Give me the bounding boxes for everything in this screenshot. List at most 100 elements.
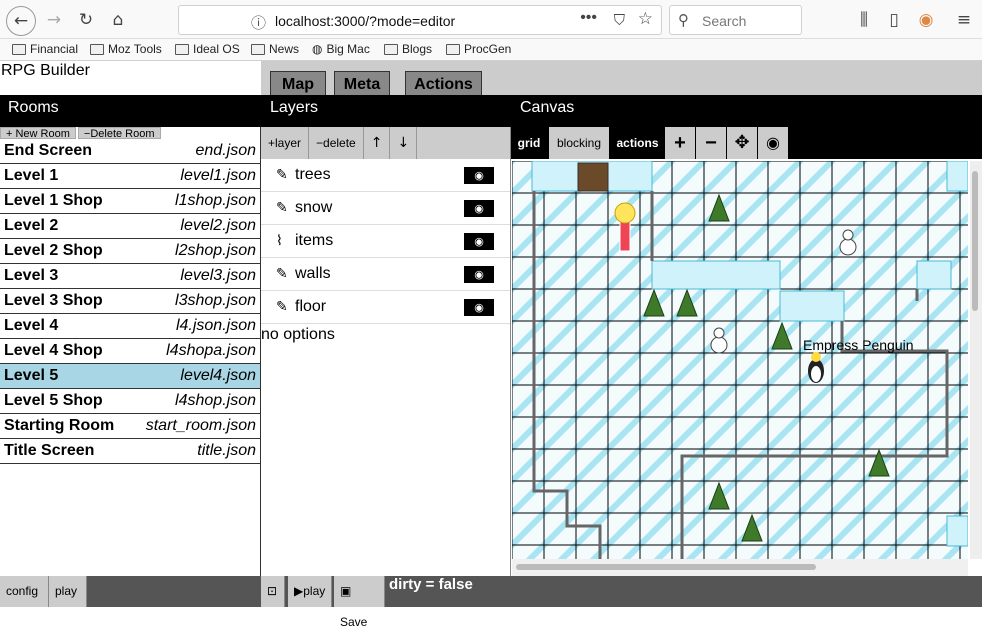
new-room-button[interactable]: + New Room — [0, 127, 76, 140]
delete-room-button[interactable]: −Delete Room — [77, 127, 161, 140]
more-icon[interactable]: ••• — [580, 9, 597, 27]
forward-icon[interactable]: → — [40, 6, 68, 34]
collapse-icon[interactable]: ⊡ — [261, 576, 285, 607]
room-item[interactable]: Level 5 level4.json — [0, 364, 260, 389]
bookmark-moz-tools[interactable]: Moz Tools — [90, 42, 162, 56]
back-icon[interactable]: ← — [6, 6, 36, 36]
bookmarks-bar: Financial Moz Tools Ideal OS News ◍ Big M… — [0, 39, 982, 61]
scroll-thumb[interactable] — [972, 171, 978, 311]
pocket-icon[interactable]: ⛉ — [614, 11, 625, 29]
scroll-thumb[interactable] — [516, 564, 816, 570]
pencil-icon: ✎ — [276, 167, 288, 183]
eye-icon[interactable]: ◉ — [464, 266, 494, 283]
layer-item[interactable]: ⌇ items ◉ — [261, 225, 510, 258]
layer-item[interactable]: ✎ snow ◉ — [261, 192, 510, 225]
rooms-header: Rooms — [8, 99, 59, 116]
room-item[interactable]: Level 1 Shop l1shop.json — [0, 189, 260, 214]
bookmark-procgen[interactable]: ProcGen — [446, 42, 511, 56]
star-icon[interactable]: ☆ — [638, 9, 653, 29]
extension-icon[interactable]: ◉ — [912, 6, 940, 34]
grid-toggle[interactable]: grid — [511, 127, 547, 159]
room-item[interactable]: Level 1 level1.json — [0, 164, 260, 189]
bookmark-label: ProcGen — [464, 42, 512, 56]
vertical-scrollbar[interactable] — [970, 161, 982, 559]
room-name: Level 3 — [4, 267, 59, 284]
room-item[interactable]: Starting Room start_room.json — [0, 414, 260, 439]
room-name: Title Screen — [4, 442, 95, 459]
eye-icon[interactable]: ◉ — [464, 233, 494, 250]
config-button[interactable]: config — [0, 576, 49, 607]
eye-icon[interactable]: ◉ — [758, 127, 788, 159]
zoom-in-icon[interactable]: + — [665, 127, 695, 159]
room-item[interactable]: Level 4 l4.json.json — [0, 314, 260, 339]
eye-icon[interactable]: ◉ — [464, 167, 494, 184]
sidebar-icon[interactable]: ▯ — [880, 6, 908, 34]
room-item[interactable]: Level 5 Shop l4shop.json — [0, 389, 260, 414]
move-up-icon[interactable]: ↑ — [364, 127, 391, 159]
add-layer-button[interactable]: +layer — [261, 127, 310, 159]
url-bar[interactable]: ⓘ localhost:3000/?mode=editor ••• ⛉ ☆ — [178, 5, 662, 35]
bookmark-label: News — [269, 42, 300, 56]
room-item[interactable]: Level 2 level2.json — [0, 214, 260, 239]
ice-wall — [916, 260, 952, 290]
folder-icon — [90, 43, 104, 55]
play-left-button[interactable]: play — [49, 576, 87, 607]
horizontal-scrollbar[interactable] — [512, 559, 968, 576]
reload-icon[interactable]: ↻ — [72, 6, 100, 34]
room-actions: + New Room −Delete Room — [0, 127, 260, 140]
move-icon[interactable]: ✥ — [727, 127, 757, 159]
home-icon[interactable]: ⌂ — [104, 6, 132, 34]
bookmark-financial[interactable]: Financial — [12, 42, 78, 56]
room-item[interactable]: Title Screen title.json — [0, 439, 260, 464]
folder-icon — [384, 43, 398, 55]
actions-toggle[interactable]: actions — [611, 127, 664, 159]
eye-icon[interactable]: ◉ — [464, 200, 494, 217]
info-icon[interactable]: ⓘ — [251, 12, 266, 33]
room-item[interactable]: Level 4 Shop l4shopa.json — [0, 339, 260, 364]
no-options-text: no options — [261, 326, 335, 343]
blocking-toggle[interactable]: blocking — [549, 127, 609, 159]
library-icon[interactable]: ⫼ — [850, 6, 878, 34]
menu-icon[interactable]: ≡ — [950, 6, 978, 34]
room-name: Level 5 — [4, 367, 59, 384]
map-canvas[interactable]: Empress Penguin — [512, 161, 968, 559]
app-title: RPG Builder — [1, 62, 90, 79]
folder-icon — [12, 43, 26, 55]
tab-map[interactable]: Map — [270, 71, 326, 97]
play-button[interactable]: ▶play — [288, 576, 332, 607]
room-item[interactable]: End Screen end.json — [0, 139, 260, 164]
room-file: l4shopa.json — [166, 342, 256, 359]
canvas-toolbar: grid blocking actions + − ✥ ◉ — [511, 127, 982, 159]
zoom-out-icon[interactable]: − — [696, 127, 726, 159]
bookmark-blogs[interactable]: Blogs — [384, 42, 432, 56]
room-item[interactable]: Level 3 Shop l3shop.json — [0, 289, 260, 314]
snowman-sprite — [710, 336, 728, 354]
room-file: l2shop.json — [175, 242, 256, 259]
search-input[interactable]: ⚲ Search — [669, 5, 802, 35]
eye-icon[interactable]: ◉ — [464, 299, 494, 316]
url-text: localhost:3000/?mode=editor — [275, 13, 456, 29]
canvas-header: Canvas — [520, 99, 575, 116]
room-file: start_room.json — [145, 417, 256, 434]
layer-item[interactable]: ✎ trees ◉ — [261, 159, 510, 192]
room-file: l4shop.json — [175, 392, 256, 409]
move-down-icon[interactable]: ↓ — [390, 127, 418, 159]
bookmark-ideal-os[interactable]: Ideal OS — [175, 42, 240, 56]
bookmark-news[interactable]: News — [251, 42, 299, 56]
canvas-panel: grid blocking actions + − ✥ ◉ Empress Pe… — [511, 127, 982, 576]
rooms-panel: + New Room −Delete Room End Screen end.js… — [0, 127, 261, 576]
room-name: Level 5 Shop — [4, 392, 103, 409]
search-placeholder: Search — [702, 13, 747, 29]
npc-label: Empress Penguin — [803, 337, 914, 353]
layer-item[interactable]: ✎ floor ◉ — [261, 291, 510, 324]
save-button[interactable]: ▣ Save — [334, 576, 385, 629]
tab-actions[interactable]: Actions — [405, 71, 482, 97]
tab-meta[interactable]: Meta — [334, 71, 390, 97]
layer-item[interactable]: ✎ walls ◉ — [261, 258, 510, 291]
delete-layer-button[interactable]: −delete — [309, 127, 364, 159]
room-item[interactable]: Level 3 level3.json — [0, 264, 260, 289]
room-item[interactable]: Level 2 Shop l2shop.json — [0, 239, 260, 264]
room-name: Level 4 Shop — [4, 342, 103, 359]
bookmark-big-mac[interactable]: ◍ Big Mac — [312, 42, 370, 56]
save-icon: ▣ — [340, 584, 352, 598]
